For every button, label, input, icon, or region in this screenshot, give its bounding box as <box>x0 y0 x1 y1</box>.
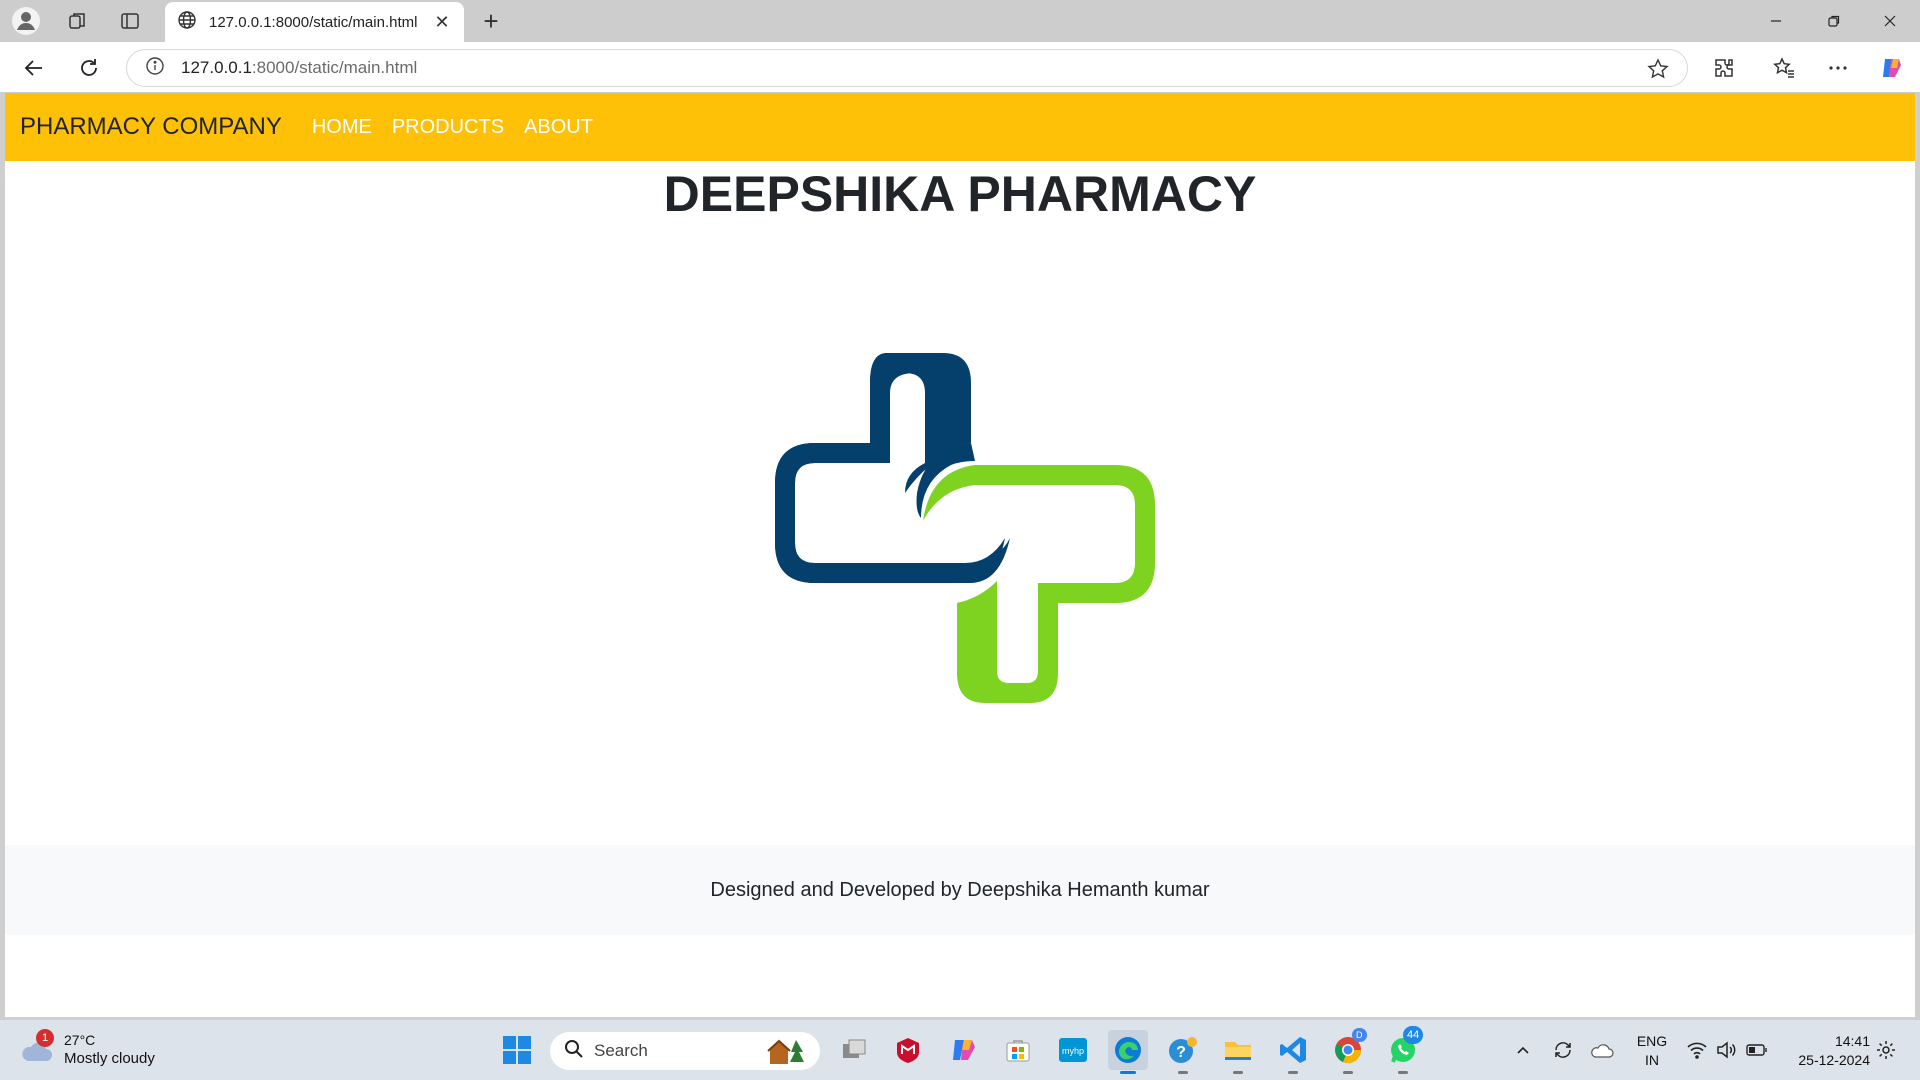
footer-credit: Designed and Developed by Deepshika Hema… <box>710 878 1210 901</box>
explorer-running-indicator <box>1233 1071 1243 1074</box>
refresh-button[interactable] <box>71 50 107 86</box>
wifi-icon[interactable] <box>1685 1038 1709 1062</box>
browser-tab-bar: 127.0.0.1:8000/static/main.html ✕ + <box>0 0 1920 42</box>
get-help-icon[interactable]: ? <box>1163 1030 1203 1074</box>
site-navbar: PHARMACY COMPANY HOME PRODUCTS ABOUT <box>5 93 1915 161</box>
nav-link-home[interactable]: HOME <box>312 116 372 139</box>
language-code: ENG <box>1636 1033 1668 1049</box>
tab-actions-icon[interactable] <box>114 5 146 37</box>
edge-browser-icon[interactable] <box>1108 1030 1148 1074</box>
minimize-button[interactable] <box>1748 0 1804 42</box>
url-path: :8000/static/main.html <box>251 58 418 77</box>
favorite-star-icon[interactable] <box>1647 58 1669 85</box>
new-tab-button[interactable]: + <box>476 6 506 36</box>
site-footer: Designed and Developed by Deepshika Hema… <box>5 845 1915 935</box>
language-region: IN <box>1645 1052 1659 1068</box>
holiday-search-highlight-icon <box>766 1038 806 1069</box>
volume-icon[interactable] <box>1714 1038 1738 1062</box>
active-tab[interactable]: 127.0.0.1:8000/static/main.html ✕ <box>165 2 464 42</box>
url-text: 127.0.0.1:8000/static/main.html <box>181 58 417 78</box>
file-explorer-icon[interactable] <box>1218 1030 1258 1074</box>
address-bar[interactable]: 127.0.0.1:8000/static/main.html <box>126 49 1688 87</box>
taskbar-search[interactable]: Search <box>550 1032 820 1070</box>
tab-close-icon[interactable]: ✕ <box>432 12 452 33</box>
onedrive-cloud-icon[interactable] <box>1590 1038 1614 1062</box>
whatsapp-unread-badge: 44 <box>1403 1026 1424 1044</box>
weather-badge: 1 <box>36 1029 54 1047</box>
system-clock[interactable]: 14:41 25-12-2024 <box>1780 1032 1870 1070</box>
site-info-icon[interactable] <box>145 56 165 81</box>
workspaces-icon[interactable] <box>62 5 94 37</box>
nav-link-products[interactable]: PRODUCTS <box>392 116 504 139</box>
back-button[interactable] <box>16 50 52 86</box>
mcafee-icon[interactable] <box>888 1030 928 1070</box>
extensions-icon[interactable] <box>1706 50 1742 86</box>
page-viewport: PHARMACY COMPANY HOME PRODUCTS ABOUT DEE… <box>5 93 1915 1017</box>
browser-toolbar: 127.0.0.1:8000/static/main.html <box>0 42 1920 92</box>
tab-title: 127.0.0.1:8000/static/main.html <box>209 13 418 31</box>
close-window-button[interactable] <box>1862 0 1918 42</box>
search-icon <box>564 1039 584 1064</box>
favorites-icon[interactable] <box>1766 50 1802 86</box>
profile-icon[interactable] <box>10 5 42 37</box>
language-indicator[interactable]: ENG IN <box>1635 1032 1669 1070</box>
sync-icon[interactable] <box>1551 1038 1575 1062</box>
page-title: DEEPSHIKA PHARMACY <box>663 166 1257 222</box>
start-button[interactable] <box>497 1030 537 1070</box>
show-hidden-icons-chevron-icon[interactable] <box>1511 1038 1535 1062</box>
url-host: 127.0.0.1 <box>181 58 252 77</box>
globe-icon <box>177 10 197 35</box>
svg-text:?: ? <box>1176 1044 1186 1061</box>
notifications-settings-icon[interactable] <box>1874 1038 1898 1062</box>
copilot-icon[interactable] <box>1874 50 1910 86</box>
whatsapp-running-indicator <box>1398 1071 1408 1074</box>
more-options-icon[interactable] <box>1820 50 1856 86</box>
pharmacy-cross-logo <box>775 353 1155 733</box>
chrome-profile-badge: D <box>1352 1028 1367 1042</box>
weather-condition: Mostly cloudy <box>64 1050 155 1067</box>
myhp-icon[interactable]: myhp <box>1053 1030 1093 1070</box>
task-view-icon[interactable] <box>834 1030 874 1070</box>
copilot-app-icon[interactable] <box>944 1030 984 1070</box>
clock-date: 25-12-2024 <box>1798 1052 1870 1068</box>
chrome-running-indicator <box>1343 1071 1353 1074</box>
nav-link-about[interactable]: ABOUT <box>524 116 593 139</box>
cloud-icon: 1 <box>20 1029 54 1065</box>
svg-text:myhp: myhp <box>1062 1046 1084 1056</box>
chrome-icon[interactable]: D <box>1328 1028 1368 1074</box>
clock-time: 14:41 <box>1834 1033 1870 1049</box>
weather-temperature: 27°C <box>64 1032 96 1048</box>
microsoft-store-icon[interactable] <box>998 1030 1038 1070</box>
search-placeholder: Search <box>594 1041 648 1060</box>
whatsapp-icon[interactable]: 44 <box>1383 1026 1424 1074</box>
battery-icon[interactable] <box>1745 1038 1769 1062</box>
weather-widget[interactable]: 1 27°C Mostly cloudy <box>20 1028 155 1072</box>
get-help-running-indicator <box>1178 1071 1188 1074</box>
edge-active-indicator <box>1120 1071 1136 1074</box>
vscode-icon[interactable] <box>1273 1030 1313 1074</box>
windows-taskbar: 1 27°C Mostly cloudy Search myhp ? D 44 … <box>0 1020 1920 1080</box>
navbar-brand[interactable]: PHARMACY COMPANY <box>20 113 282 141</box>
restore-button[interactable] <box>1806 0 1862 42</box>
vscode-running-indicator <box>1288 1071 1298 1074</box>
